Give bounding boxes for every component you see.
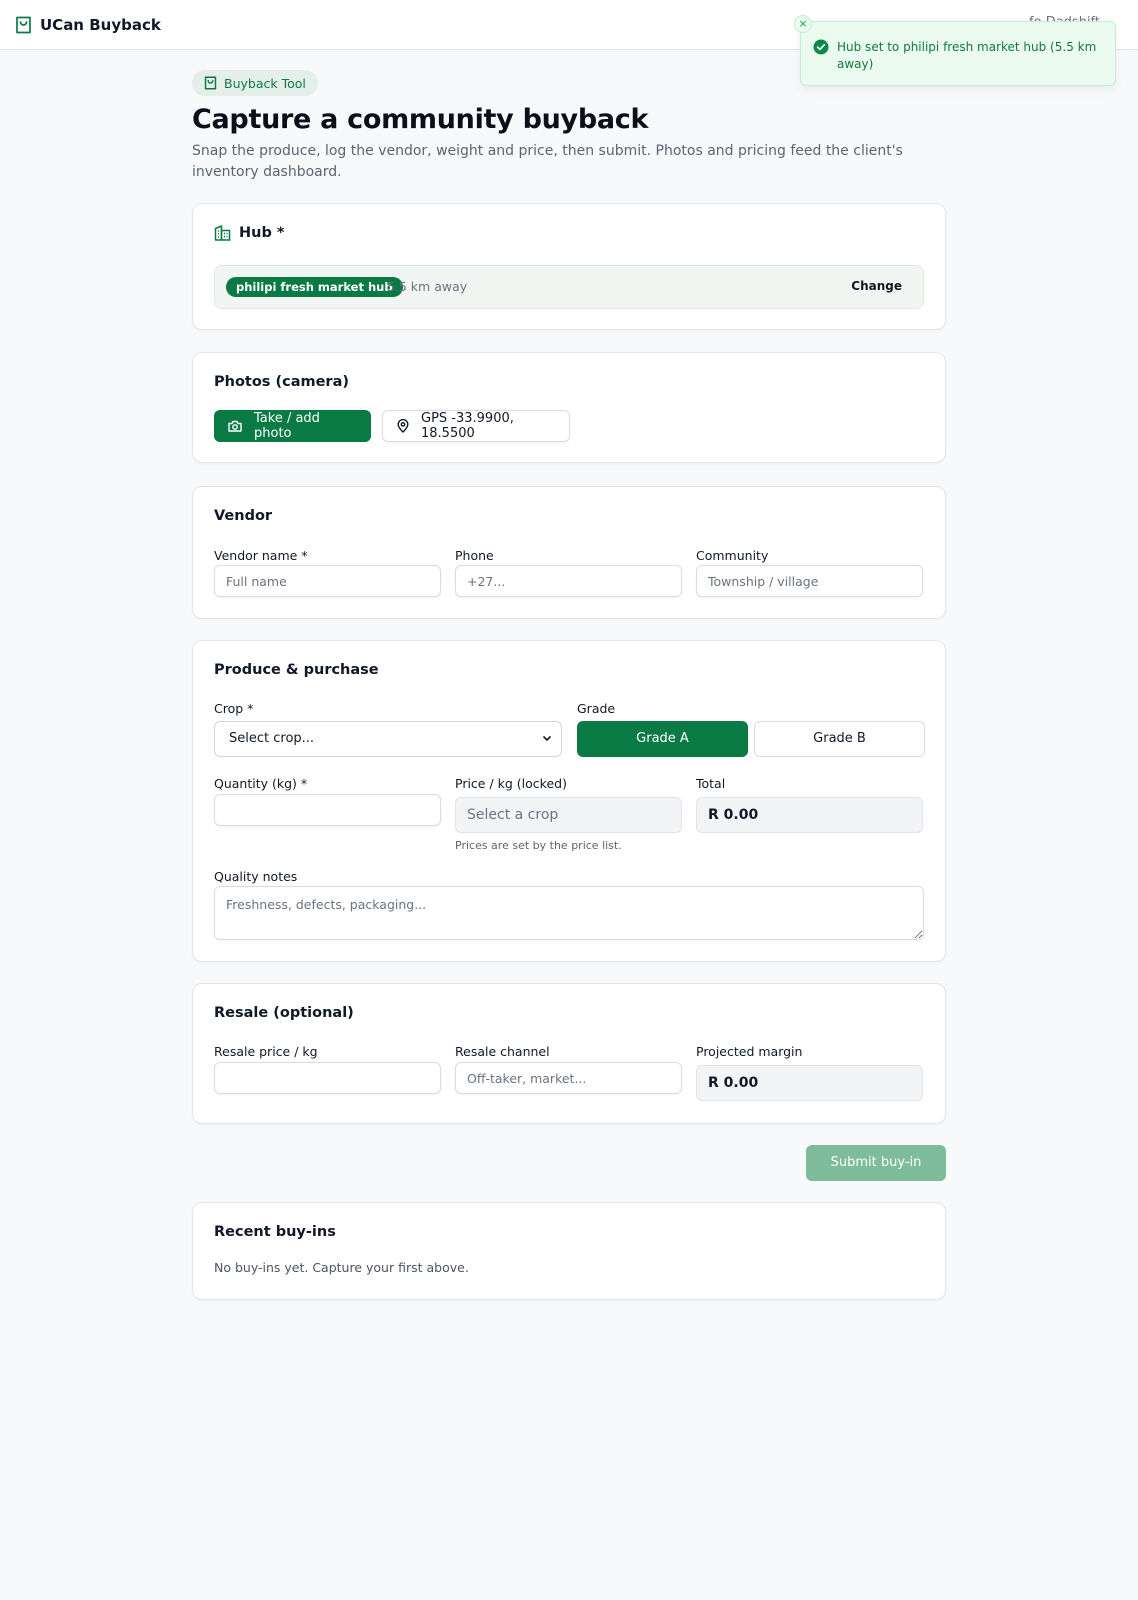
vendor-title: Vendor (214, 508, 273, 524)
hub-selection-row: philipi fresh market hub · 5.5 km away C… (214, 265, 924, 309)
crop-select-value: Select crop... (229, 731, 315, 746)
recent-title: Recent buy-ins (214, 1224, 336, 1240)
photos-title: Photos (camera) (214, 374, 349, 390)
resale-price-input[interactable] (214, 1062, 441, 1094)
grade-label: Grade (577, 701, 616, 716)
phone-label: Phone (455, 548, 494, 563)
page-title: Capture a community buyback (192, 104, 649, 135)
resale-channel-input[interactable] (455, 1062, 682, 1094)
gps-label: GPS -33.9900, 18.5500 (421, 411, 514, 441)
toast-close-button[interactable]: × (794, 15, 812, 33)
hub-chip: philipi fresh market hub (226, 277, 403, 297)
hub-card: Hub * philipi fresh market hub · 5.5 km … (192, 203, 946, 330)
map-pin-icon (397, 419, 409, 433)
total-label: Total (696, 776, 726, 791)
grade-a-button[interactable]: Grade A (577, 721, 748, 757)
quality-notes-input[interactable] (214, 886, 924, 940)
vendor-card: Vendor Vendor name * Phone Community (192, 486, 946, 619)
produce-title: Produce & purchase (214, 662, 379, 678)
resale-price-label: Resale price / kg (214, 1044, 318, 1059)
hub-change-button[interactable]: Change (851, 279, 902, 293)
main-content: Buyback Tool Capture a community buyback… (192, 70, 946, 1300)
shopping-bag-icon (204, 76, 217, 90)
resale-channel-label: Resale channel (455, 1044, 550, 1059)
grade-b-button[interactable]: Grade B (754, 721, 925, 757)
shopping-bag-icon (15, 16, 32, 34)
vendor-name-label: Vendor name * (214, 548, 308, 563)
resale-card: Resale (optional) Resale price / kg Resa… (192, 983, 946, 1124)
quantity-label: Quantity (kg) * (214, 776, 308, 791)
hub-distance: · 5.5 km away (379, 279, 468, 294)
take-photo-button[interactable]: Take / add photo (214, 410, 371, 442)
price-hint: Prices are set by the price list. (455, 839, 622, 852)
chevron-down-icon (542, 722, 552, 756)
recent-buy-ins-card: Recent buy-ins No buy-ins yet. Capture y… (192, 1202, 946, 1300)
gps-button[interactable]: GPS -33.9900, 18.5500 (382, 410, 570, 442)
recent-empty-text: No buy-ins yet. Capture your first above… (214, 1260, 469, 1275)
check-circle-icon (813, 39, 829, 55)
price-field: Select a crop (455, 797, 682, 833)
badge-label: Buyback Tool (224, 75, 306, 91)
community-label: Community (696, 548, 769, 563)
take-photo-label: Take / add photo (254, 411, 320, 441)
photos-card: Photos (camera) Take / add photo GPS -33… (192, 352, 946, 463)
hub-title: Hub * (239, 225, 285, 241)
projected-margin-field: R 0.00 (696, 1065, 923, 1101)
camera-icon (228, 420, 242, 432)
produce-card: Produce & purchase Crop * Select crop...… (192, 640, 946, 962)
community-input[interactable] (696, 565, 923, 597)
vendor-name-input[interactable] (214, 565, 441, 597)
quality-notes-label: Quality notes (214, 869, 298, 884)
app-name: UCan Buyback (40, 15, 161, 34)
brand[interactable]: UCan Buyback (15, 16, 161, 34)
phone-input[interactable] (455, 565, 682, 597)
crop-label: Crop * (214, 701, 254, 716)
projected-margin-label: Projected margin (696, 1044, 803, 1059)
page-subtitle: Snap the produce, log the vendor, weight… (192, 143, 903, 180)
resale-title: Resale (optional) (214, 1005, 354, 1021)
hub-title-row: Hub * (214, 225, 284, 241)
building-icon (214, 225, 231, 241)
submit-buy-in-button[interactable]: Submit buy-in (806, 1145, 946, 1181)
quantity-input[interactable] (214, 794, 441, 826)
price-label: Price / kg (locked) (455, 776, 567, 791)
total-field: R 0.00 (696, 797, 923, 833)
toast-message: Hub set to philipi fresh market hub (5.5… (837, 40, 1097, 71)
tool-badge: Buyback Tool (192, 70, 318, 96)
crop-select[interactable]: Select crop... (214, 721, 562, 757)
